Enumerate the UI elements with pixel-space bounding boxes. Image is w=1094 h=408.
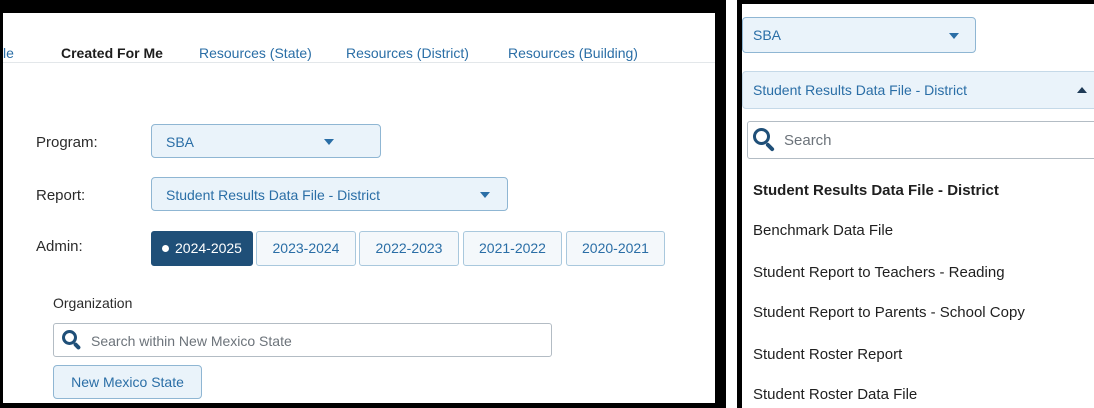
program-dropdown[interactable]: SBA [151, 124, 381, 158]
report-option-teachers-reading[interactable]: Student Report to Teachers - Reading [753, 264, 1005, 281]
report-option-student-roster-data-file[interactable]: Student Roster Data File [753, 386, 917, 403]
admin-option-label: 2024-2025 [175, 240, 242, 256]
report-option-student-results-district[interactable]: Student Results Data File - District [753, 182, 999, 199]
selected-organization-chip[interactable]: New Mexico State [53, 365, 202, 399]
report-label: Report: [36, 187, 86, 204]
organization-search-placeholder: Search within New Mexico State [91, 333, 292, 349]
tab-resources-district[interactable]: Resources (District) [346, 45, 469, 61]
admin-option-2023-2024[interactable]: 2023-2024 [256, 231, 356, 266]
admin-option-2020-2021[interactable]: 2020-2021 [566, 231, 665, 266]
admin-option-label: 2023-2024 [272, 240, 340, 256]
tab-resources-state[interactable]: Resources (State) [199, 45, 312, 61]
tab-partial[interactable]: le [3, 45, 14, 61]
report-option-student-roster-report[interactable]: Student Roster Report [753, 346, 902, 363]
admin-label: Admin: [36, 238, 83, 255]
admin-option-2022-2023[interactable]: 2022-2023 [359, 231, 459, 266]
report-value: Student Results Data File - District [166, 187, 380, 203]
report-filter-panel: le Created For Me Resources (State) Reso… [0, 0, 726, 408]
report-option-benchmark-data-file[interactable]: Benchmark Data File [753, 222, 893, 239]
report-filter-content: le Created For Me Resources (State) Reso… [3, 13, 715, 403]
report-option-parents-school-copy[interactable]: Student Report to Parents - School Copy [753, 304, 1025, 321]
tab-resources-building[interactable]: Resources (Building) [508, 45, 638, 61]
search-icon [62, 330, 82, 351]
program-value: SBA [166, 134, 195, 150]
admin-option-2024-2025[interactable]: 2024-2025 [151, 231, 253, 266]
report-search-placeholder: Search [784, 132, 832, 149]
report-dropdown-panel: SBA Student Results Data File - District… [737, 0, 1094, 408]
chevron-down-icon [324, 139, 334, 145]
selected-dot-icon [162, 245, 170, 252]
chevron-down-icon [949, 33, 959, 39]
program-value: SBA [753, 27, 782, 43]
report-dropdown-open[interactable]: Student Results Data File - District [742, 71, 1094, 109]
tab-created-for-me[interactable]: Created For Me [61, 45, 163, 61]
report-value: Student Results Data File - District [753, 82, 967, 98]
chevron-up-icon [1077, 87, 1087, 93]
report-dropdown[interactable]: Student Results Data File - District [151, 177, 508, 211]
organization-search-input[interactable]: Search within New Mexico State [53, 323, 552, 357]
report-dropdown-content: SBA Student Results Data File - District… [742, 4, 1094, 408]
tab-bar: le Created For Me Resources (State) Reso… [3, 13, 715, 63]
organization-label: Organization [53, 295, 133, 311]
admin-option-label: 2022-2023 [375, 240, 443, 256]
admin-option-2021-2022[interactable]: 2021-2022 [463, 231, 562, 266]
search-icon [753, 128, 777, 152]
chevron-down-icon [480, 192, 490, 198]
program-dropdown[interactable]: SBA [742, 17, 976, 53]
program-label: Program: [36, 134, 98, 151]
admin-option-label: 2021-2022 [479, 240, 546, 256]
report-search-input[interactable]: Search [747, 121, 1094, 159]
admin-option-label: 2020-2021 [582, 240, 649, 256]
